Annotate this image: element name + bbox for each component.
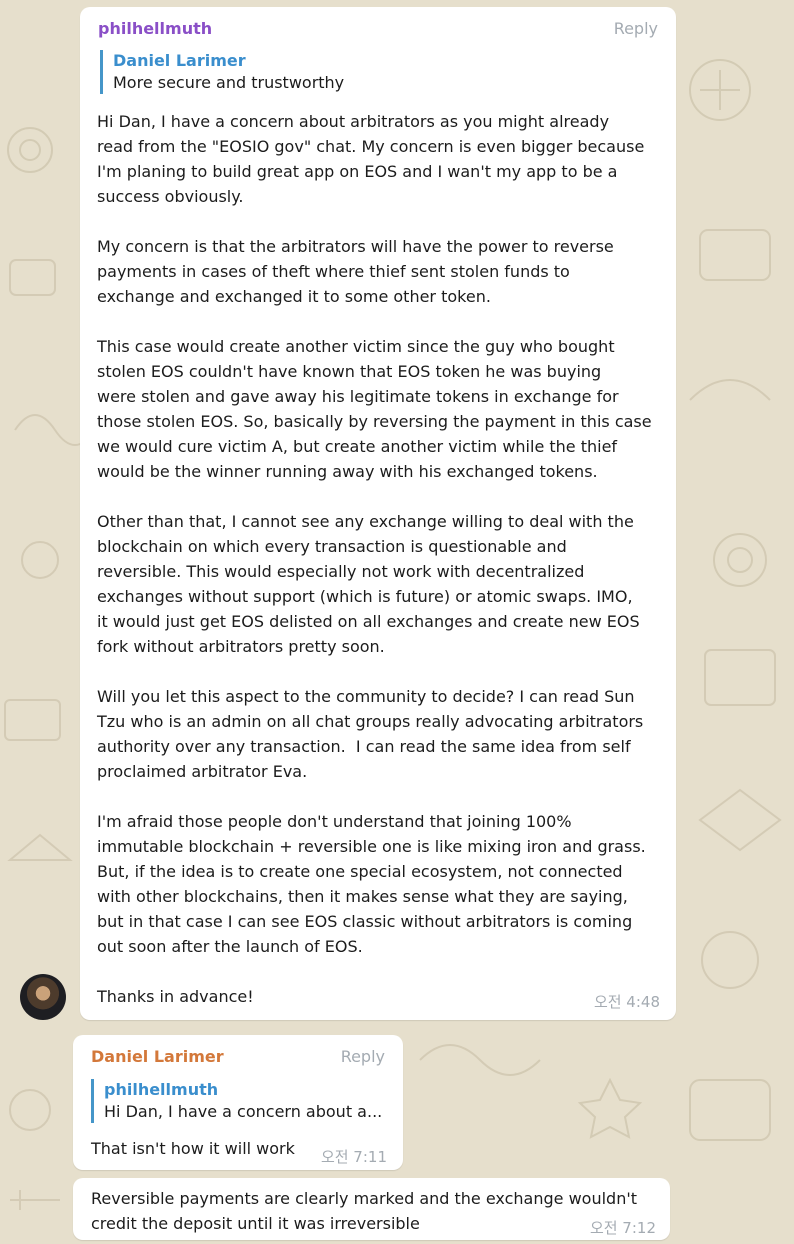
quoted-reply[interactable]: Daniel Larimer More secure and trustwort… xyxy=(100,50,344,94)
message-text: Reversible payments are clearly marked a… xyxy=(91,1189,637,1233)
message-bubble-philhellmuth: philhellmuth Reply Daniel Larimer More s… xyxy=(80,7,676,1020)
message-time: 오전 7:11 xyxy=(320,1148,387,1166)
quoted-text: Hi Dan, I have a concern about a... xyxy=(104,1102,383,1121)
message-time: 오전 7:12 xyxy=(589,1219,656,1237)
reply-button[interactable]: Reply xyxy=(614,19,658,38)
message-sender[interactable]: philhellmuth xyxy=(98,19,212,38)
message-sender[interactable]: Daniel Larimer xyxy=(91,1047,224,1066)
quoted-sender: Daniel Larimer xyxy=(113,51,246,70)
quoted-sender: philhellmuth xyxy=(104,1080,219,1099)
message-text: Hi Dan, I have a concern about arbitrato… xyxy=(97,112,652,1006)
message-text: That isn't how it will work xyxy=(91,1139,295,1158)
reply-button[interactable]: Reply xyxy=(341,1047,385,1066)
quoted-reply[interactable]: philhellmuth Hi Dan, I have a concern ab… xyxy=(91,1079,382,1123)
user-avatar[interactable] xyxy=(20,974,66,1020)
message-bubble-daniel-larimer: Daniel Larimer Reply philhellmuth Hi Dan… xyxy=(73,1035,403,1170)
message-bubble-daniel-larimer-followup: Reversible payments are clearly marked a… xyxy=(73,1178,670,1240)
message-time: 오전 4:48 xyxy=(593,993,660,1011)
quoted-text: More secure and trustworthy xyxy=(113,73,345,92)
